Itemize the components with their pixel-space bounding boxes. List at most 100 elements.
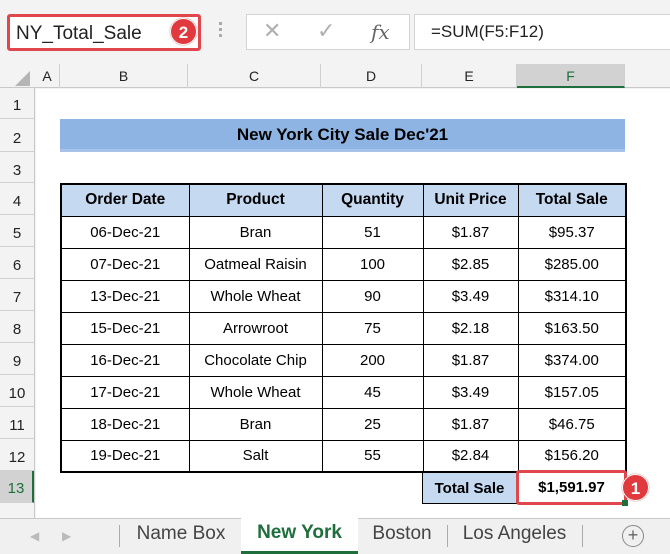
tab-name-box[interactable]: Name Box (121, 519, 241, 554)
formula-tools: ✕ ✓ fx (246, 14, 410, 50)
cell-unit-price[interactable]: $3.49 (422, 279, 519, 313)
column-header-b[interactable]: B (60, 64, 188, 88)
cell-total-sale[interactable]: $285.00 (517, 247, 627, 281)
drag-handle-icon[interactable] (219, 22, 223, 40)
formula-bar-area: NY_Total_Sale 2 ✕ ✓ fx =SUM(F5:F12) (0, 0, 670, 64)
table-row: 17-Dec-21 Whole Wheat 45 $3.49 $157.05 (60, 375, 627, 409)
table-row: 18-Dec-21 Bran 25 $1.87 $46.75 (60, 407, 627, 441)
step-badge-1: 1 (622, 474, 649, 501)
row-headers: 1 2 3 4 5 6 7 8 9 10 11 12 13 (0, 88, 35, 518)
sheet-title[interactable]: New York City Sale Dec'21 (60, 119, 625, 152)
tab-los-angeles[interactable]: Los Angeles (448, 519, 581, 554)
cell-order-date[interactable]: 19-Dec-21 (60, 439, 190, 473)
cell-unit-price[interactable]: $2.85 (422, 247, 519, 281)
name-box-value: NY_Total_Sale (16, 23, 142, 44)
tab-new-york[interactable]: New York (241, 518, 358, 554)
cell-quantity[interactable]: 25 (321, 407, 424, 441)
insert-function-icon[interactable]: fx (371, 20, 390, 44)
cell-unit-price[interactable]: $1.87 (422, 407, 519, 441)
cell-order-date[interactable]: 18-Dec-21 (60, 407, 190, 441)
column-headers: A B C D E F (0, 64, 670, 88)
row-header-2[interactable]: 2 (0, 119, 34, 152)
row-header-4[interactable]: 4 (0, 183, 34, 215)
add-sheet-icon[interactable]: + (622, 525, 644, 547)
table-row: 19-Dec-21 Salt 55 $2.84 $156.20 (60, 439, 627, 473)
table-row: 15-Dec-21 Arrowroot 75 $2.18 $163.50 (60, 311, 627, 345)
header-unit-price[interactable]: Unit Price (422, 183, 519, 217)
row-header-5[interactable]: 5 (0, 215, 34, 247)
cell-order-date[interactable]: 15-Dec-21 (60, 311, 190, 345)
row-header-12[interactable]: 12 (0, 439, 34, 471)
cell-total-sale[interactable]: $156.20 (517, 439, 627, 473)
cell-order-date[interactable]: 16-Dec-21 (60, 343, 190, 377)
formula-input[interactable]: =SUM(F5:F12) (414, 14, 670, 50)
cell-unit-price[interactable]: $2.18 (422, 311, 519, 345)
row-header-3[interactable]: 3 (0, 152, 34, 183)
column-header-d[interactable]: D (321, 64, 422, 88)
row-header-1[interactable]: 1 (0, 88, 34, 119)
cell-product[interactable]: Whole Wheat (188, 375, 323, 409)
column-header-f[interactable]: F (517, 64, 625, 88)
scroll-tabs-left-icon[interactable]: ◀ (30, 529, 39, 543)
cell-order-date[interactable]: 06-Dec-21 (60, 215, 190, 249)
row-header-6[interactable]: 6 (0, 247, 34, 279)
cell-quantity[interactable]: 90 (321, 279, 424, 313)
sheet-tab-bar: ◀ ▶ Name Box New York Boston Los Angeles… (0, 518, 670, 554)
column-header-c[interactable]: C (188, 64, 321, 88)
fill-handle[interactable] (622, 500, 628, 506)
cell-total-sale[interactable]: $46.75 (517, 407, 627, 441)
row-header-10[interactable]: 10 (0, 375, 34, 407)
cell-quantity[interactable]: 45 (321, 375, 424, 409)
cell-product[interactable]: Chocolate Chip (188, 343, 323, 377)
cell-product[interactable]: Whole Wheat (188, 279, 323, 313)
cell-total-sale[interactable]: $374.00 (517, 343, 627, 377)
enter-icon[interactable]: ✓ (317, 18, 335, 44)
cell-product[interactable]: Salt (188, 439, 323, 473)
column-header-a[interactable]: A (35, 64, 60, 88)
cell-product[interactable]: Bran (188, 215, 323, 249)
cell-order-date[interactable]: 17-Dec-21 (60, 375, 190, 409)
row-header-8[interactable]: 8 (0, 311, 34, 343)
table-row: 16-Dec-21 Chocolate Chip 200 $1.87 $374.00 (60, 343, 627, 377)
cell-total-sale[interactable]: $157.05 (517, 375, 627, 409)
cell-total-sale[interactable]: $163.50 (517, 311, 627, 345)
cancel-icon[interactable]: ✕ (263, 18, 281, 44)
cell-product[interactable]: Arrowroot (188, 311, 323, 345)
header-quantity[interactable]: Quantity (321, 183, 424, 217)
sales-table: Order Date Product Quantity Unit Price T… (60, 183, 627, 473)
cell-order-date[interactable]: 13-Dec-21 (60, 279, 190, 313)
row-header-13[interactable]: 13 (0, 471, 34, 503)
scroll-tabs-right-icon[interactable]: ▶ (62, 529, 71, 543)
cell-unit-price[interactable]: $3.49 (422, 375, 519, 409)
tab-divider (119, 525, 120, 547)
table-header-row: Order Date Product Quantity Unit Price T… (60, 183, 627, 217)
table-row: 06-Dec-21 Bran 51 $1.87 $95.37 (60, 215, 627, 249)
header-order-date[interactable]: Order Date (60, 183, 190, 217)
cell-unit-price[interactable]: $1.87 (422, 215, 519, 249)
cell-unit-price[interactable]: $2.84 (422, 439, 519, 473)
cell-quantity[interactable]: 51 (321, 215, 424, 249)
row-header-7[interactable]: 7 (0, 279, 34, 311)
header-product[interactable]: Product (188, 183, 323, 217)
column-header-e[interactable]: E (422, 64, 517, 88)
select-all-button[interactable] (0, 64, 35, 88)
cell-product[interactable]: Bran (188, 407, 323, 441)
row-header-9[interactable]: 9 (0, 343, 34, 375)
cell-order-date[interactable]: 07-Dec-21 (60, 247, 190, 281)
cell-quantity[interactable]: 75 (321, 311, 424, 345)
tab-boston[interactable]: Boston (358, 519, 446, 554)
cell-quantity[interactable]: 200 (321, 343, 424, 377)
cell-total-sale[interactable]: $314.10 (517, 279, 627, 313)
row-header-11[interactable]: 11 (0, 407, 34, 439)
header-total-sale[interactable]: Total Sale (517, 183, 627, 217)
cell-product[interactable]: Oatmeal Raisin (188, 247, 323, 281)
total-sale-label[interactable]: Total Sale (422, 472, 517, 504)
cell-quantity[interactable]: 100 (321, 247, 424, 281)
cell-total-sale[interactable]: $95.37 (517, 215, 627, 249)
cell-unit-price[interactable]: $1.87 (422, 343, 519, 377)
cell-quantity[interactable]: 55 (321, 439, 424, 473)
tab-divider (582, 525, 583, 547)
total-sale-cell[interactable]: $1,591.97 (516, 470, 627, 505)
formula-text: =SUM(F5:F12) (431, 22, 544, 41)
table-row: 13-Dec-21 Whole Wheat 90 $3.49 $314.10 (60, 279, 627, 313)
